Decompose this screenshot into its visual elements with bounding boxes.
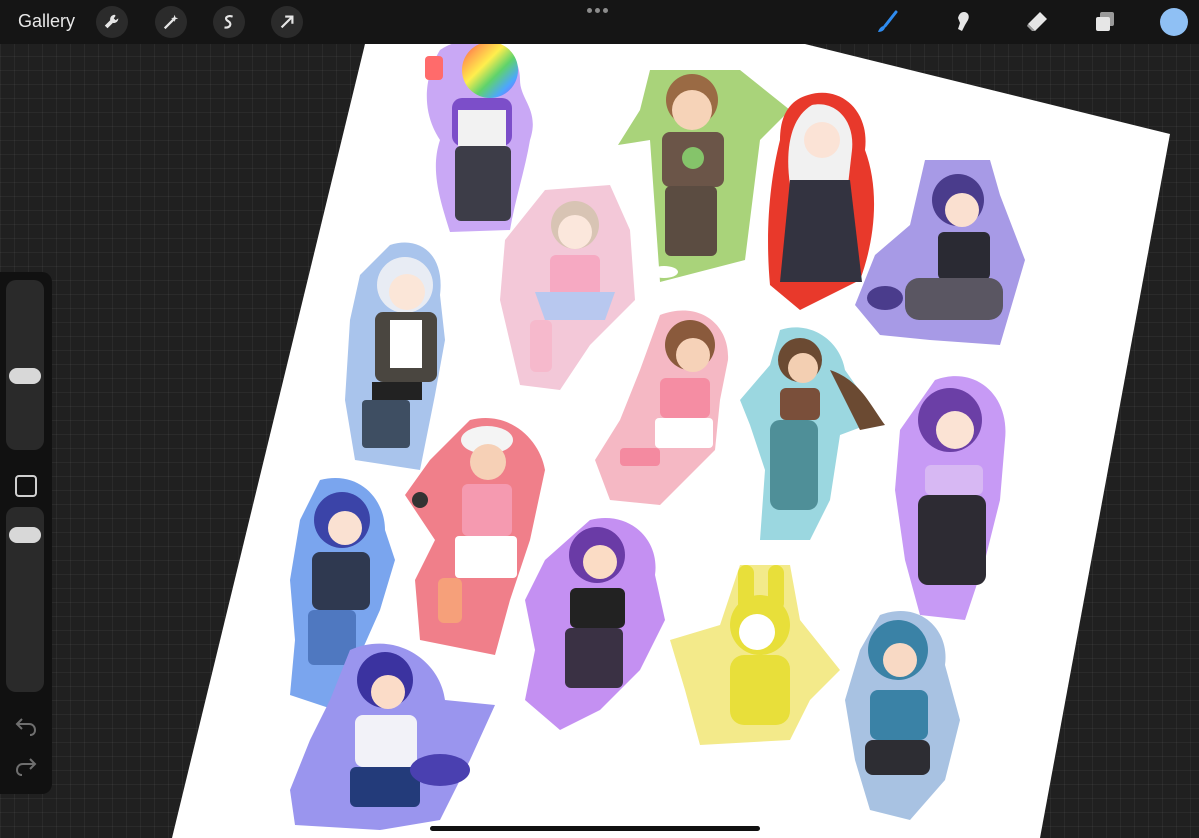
- gallery-button[interactable]: Gallery: [18, 11, 75, 32]
- eraser-icon: [1027, 12, 1047, 31]
- top-toolbar: Gallery: [0, 0, 1199, 44]
- selection-icon: [224, 15, 233, 29]
- adjustments-button[interactable]: [155, 6, 187, 38]
- layers-button[interactable]: [1090, 7, 1120, 37]
- procreate-workspace: Gallery: [0, 0, 1199, 838]
- eraser-tool-button[interactable]: [1022, 7, 1052, 37]
- modify-button[interactable]: [15, 475, 37, 497]
- canvas-artboard[interactable]: [0, 0, 1199, 838]
- magic-wand-icon: [163, 14, 179, 30]
- brush-icon: [878, 10, 898, 32]
- smudge-icon: [958, 12, 969, 31]
- sticker-red-hood: [768, 92, 875, 310]
- home-indicator[interactable]: [430, 826, 760, 831]
- layers-icon: [1096, 12, 1114, 31]
- brush-size-slider[interactable]: [6, 280, 44, 450]
- transform-arrow-icon: [280, 15, 294, 29]
- paint-tool-button[interactable]: [872, 7, 902, 37]
- redo-icon[interactable]: [14, 754, 38, 778]
- smudge-tool-button[interactable]: [948, 7, 978, 37]
- dot-icon: [595, 8, 600, 13]
- dot-icon: [587, 8, 592, 13]
- color-picker-button[interactable]: [1160, 8, 1188, 36]
- dot-icon: [603, 8, 608, 13]
- opacity-slider[interactable]: [6, 507, 44, 692]
- selection-button[interactable]: [213, 6, 245, 38]
- opacity-thumb[interactable]: [9, 527, 41, 543]
- transform-button[interactable]: [271, 6, 303, 38]
- more-options-handle[interactable]: [587, 8, 608, 13]
- actions-button[interactable]: [96, 6, 128, 38]
- wrench-icon: [104, 14, 119, 29]
- brush-size-thumb[interactable]: [9, 368, 41, 384]
- left-sidebar: [0, 272, 52, 794]
- undo-icon[interactable]: [14, 714, 38, 738]
